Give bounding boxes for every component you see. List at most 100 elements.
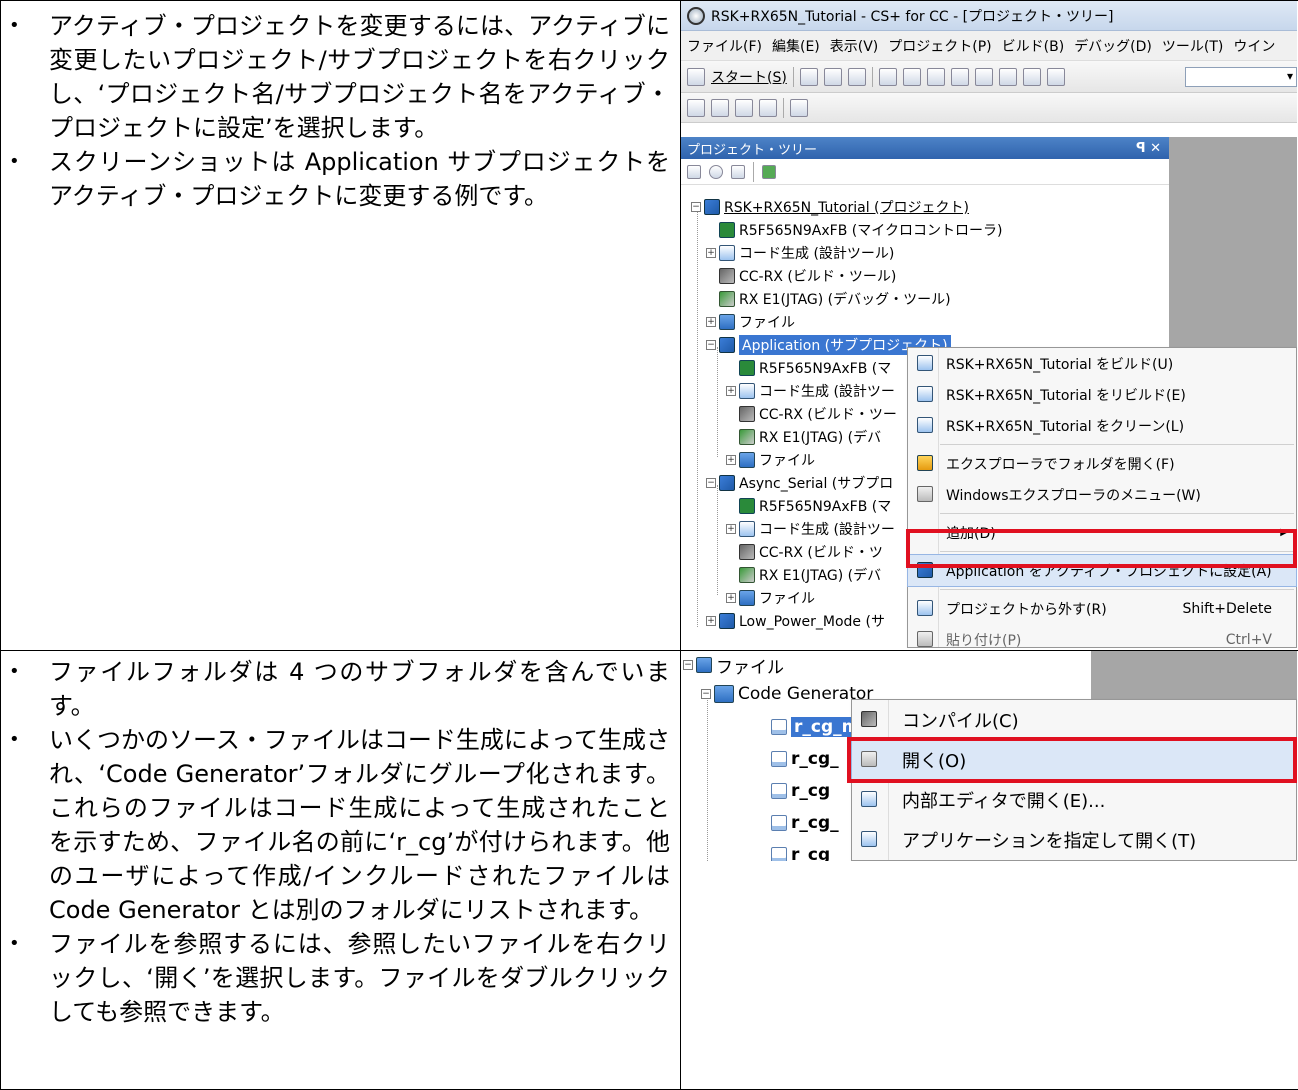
menu-item-explorer-menu[interactable]: Windowsエクスプローラのメニュー(W) (908, 479, 1296, 510)
tree-node-debug-tool[interactable]: RX E1(JTAG) (デバッグ・ツール) (719, 288, 951, 310)
menu-edit[interactable]: 編集(E) (772, 36, 820, 56)
collapse-icon[interactable]: − (706, 478, 716, 488)
tree-line (697, 207, 698, 627)
tree-node-files[interactable]: +ファイル (726, 449, 815, 471)
chat-icon[interactable] (759, 99, 777, 117)
menu-item-open-internal-editor[interactable]: 内部エディタで開く(E)... (852, 780, 1296, 820)
tree-node-mcu[interactable]: R5F565N9AxFB (マ (739, 495, 891, 517)
window-title: RSK+RX65N_Tutorial - CS+ for CC - [プロジェク… (711, 6, 1114, 26)
find-next-icon[interactable] (1047, 68, 1065, 86)
collapse-icon[interactable]: − (706, 340, 716, 350)
toolbar-separator (793, 67, 794, 87)
menu-item-remove[interactable]: プロジェクトから外す(R)Shift+Delete (908, 593, 1296, 624)
start-button[interactable]: スタート(S) (711, 67, 787, 87)
search-combo[interactable] (1185, 67, 1297, 87)
redo-icon[interactable] (975, 68, 993, 86)
instruction-cell-files: ファイルフォルダは 4 つのサブフォルダを含んでいます。 いくつかのソース・ファ… (1, 651, 681, 1090)
menu-build[interactable]: ビルド(B) (1002, 36, 1065, 56)
paste-icon[interactable] (927, 68, 945, 86)
menu-item-build[interactable]: RSK+RX65N_Tutorial をビルド(U) (908, 348, 1296, 379)
menu-view[interactable]: 表示(V) (830, 36, 879, 56)
tree-node-build-tool[interactable]: CC-RX (ビルド・ツー (739, 403, 897, 425)
folder-icon (696, 657, 712, 673)
expand-icon[interactable]: + (726, 455, 736, 465)
chat-icon[interactable] (735, 99, 753, 117)
rebuild-icon (917, 386, 933, 402)
restore-icon[interactable] (790, 99, 808, 117)
menu-item-open-folder[interactable]: エクスプローラでフォルダを開く(F) (908, 448, 1296, 479)
menu-item-rebuild[interactable]: RSK+RX65N_Tutorial をリビルド(E) (908, 379, 1296, 410)
collapse-icon[interactable]: − (683, 660, 693, 670)
menu-item-paste[interactable]: 貼り付け(P)Ctrl+V (908, 624, 1296, 648)
tree-node-debug-tool[interactable]: RX E1(JTAG) (デバ (739, 564, 881, 586)
menu-item-open-with[interactable]: アプリケーションを指定して開く(T) (852, 820, 1296, 860)
menu-file[interactable]: ファイル(F) (687, 36, 762, 56)
tree-node-debug-tool[interactable]: RX E1(JTAG) (デバ (739, 426, 881, 448)
pin-close-icon[interactable]: ꟼ ✕ (1136, 141, 1161, 156)
expand-icon[interactable]: + (706, 248, 716, 258)
tree-node-mcu[interactable]: R5F565N9AxFB (マイクロコントローラ) (719, 219, 1002, 241)
menu-project[interactable]: プロジェクト(P) (888, 36, 991, 56)
tree-node-mcu[interactable]: R5F565N9AxFB (マ (739, 357, 891, 379)
sort-icon[interactable] (687, 165, 701, 179)
editor-icon (861, 791, 877, 807)
tree-node-codegen[interactable]: +コード生成 (設計ツー (726, 518, 895, 540)
tree-node-files[interactable]: −ファイル (683, 653, 784, 677)
folder-icon (714, 685, 734, 703)
copy-icon[interactable] (903, 68, 921, 86)
expand-icon[interactable]: + (706, 616, 716, 626)
tree-line (717, 347, 718, 457)
tree-node-files[interactable]: +ファイル (726, 587, 815, 609)
secondary-toolbar (681, 93, 1297, 123)
tree-node-codegen[interactable]: +コード生成 (設計ツール) (706, 242, 894, 264)
replace-icon[interactable] (1023, 68, 1041, 86)
find-icon[interactable] (999, 68, 1017, 86)
expand-icon[interactable]: + (726, 386, 736, 396)
tree-node-file[interactable]: r_cg (771, 779, 830, 803)
bullet-text: ファイルを参照するには、参照したいファイルを右クリックし、‘開く’を選択します。… (9, 927, 670, 1029)
toolbar-separator (783, 98, 784, 118)
build-tool-icon (739, 406, 755, 422)
clock-icon[interactable] (709, 165, 723, 179)
expand-icon[interactable]: + (726, 593, 736, 603)
cut-icon[interactable] (879, 68, 897, 86)
panel-title: プロジェクト・ツリー (687, 139, 817, 158)
codegen-icon (739, 521, 755, 537)
tree-node-code-generator[interactable]: −Code Generator (701, 681, 873, 707)
bullet-text: アクティブ・プロジェクトを変更するには、アクティブに変更したいプロジェクト/サブ… (9, 9, 670, 145)
collapse-icon[interactable]: − (691, 202, 701, 212)
undo-icon[interactable] (951, 68, 969, 86)
chat-icon[interactable] (711, 99, 729, 117)
folder-icon (739, 452, 755, 468)
save-icon[interactable] (824, 68, 842, 86)
project-icon (704, 199, 720, 215)
menu-debug[interactable]: デバッグ(D) (1074, 36, 1152, 56)
save-all-icon[interactable] (848, 68, 866, 86)
expand-icon[interactable]: + (706, 317, 716, 327)
explorer-menu-icon (917, 486, 933, 502)
menu-tools[interactable]: ツール(T) (1162, 36, 1223, 56)
tree-node-files[interactable]: +ファイル (706, 311, 795, 333)
open-icon[interactable] (800, 68, 818, 86)
menu-item-clean[interactable]: RSK+RX65N_Tutorial をクリーン(L) (908, 410, 1296, 441)
tree-node-async-serial[interactable]: −Async_Serial (サブプロ (706, 472, 893, 494)
tree-node-build-tool[interactable]: CC-RX (ビルド・ツール) (719, 265, 896, 287)
tree-node-file[interactable]: r_cg_ (771, 843, 839, 861)
menu-window[interactable]: ウイン (1233, 36, 1275, 56)
window-icon[interactable] (687, 99, 705, 117)
codegen-icon (719, 245, 735, 261)
tree-node-file[interactable]: r_cg_ (771, 747, 839, 771)
tree-node-codegen[interactable]: +コード生成 (設計ツー (726, 380, 895, 402)
menu-item-compile[interactable]: コンパイル(C) (852, 700, 1296, 740)
tree-node-project[interactable]: −RSK+RX65N_Tutorial (プロジェクト) (691, 196, 969, 218)
folder-open-icon (917, 455, 933, 471)
collapse-icon[interactable]: − (701, 689, 711, 699)
screenshot-cell-files: −ファイル −Code Generator r_cg_main.c r_cg_ … (681, 651, 1298, 1090)
tree-node-low-power[interactable]: +Low_Power_Mode (サ (706, 610, 885, 632)
tree-node-file[interactable]: r_cg_ (771, 811, 839, 835)
refresh-icon[interactable] (762, 165, 776, 179)
expand-icon[interactable]: + (726, 524, 736, 534)
user-icon[interactable] (731, 165, 745, 179)
panel-toolbar (681, 159, 1169, 185)
tree-node-build-tool[interactable]: CC-RX (ビルド・ツ (739, 541, 883, 563)
